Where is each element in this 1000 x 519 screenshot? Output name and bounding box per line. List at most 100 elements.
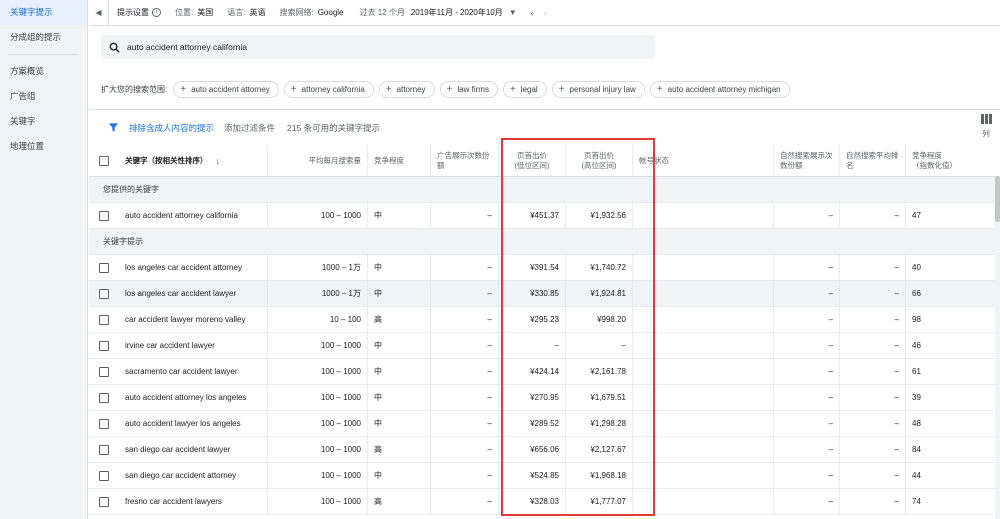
next-period-icon[interactable]: › bbox=[544, 8, 547, 18]
date-dropdown-icon[interactable]: ▼ bbox=[509, 8, 517, 17]
row-checkbox[interactable] bbox=[89, 255, 119, 280]
sidebar-item-ad-groups[interactable]: 广告组 bbox=[0, 84, 87, 109]
row-checkbox[interactable] bbox=[89, 385, 119, 410]
row-checkbox[interactable] bbox=[89, 463, 119, 488]
cell-competition-index: 74 bbox=[912, 497, 921, 506]
select-all-checkbox[interactable] bbox=[89, 145, 119, 176]
cell-organic-position: – bbox=[840, 489, 906, 514]
chip-auto-accident-attorney-michigan[interactable]: + auto accident attorney michigan bbox=[649, 81, 790, 98]
table-row[interactable]: auto accident attorney los angeles 100 –… bbox=[89, 385, 1000, 411]
checkbox[interactable] bbox=[99, 262, 109, 273]
checkbox[interactable] bbox=[99, 470, 109, 481]
scrollbar-thumb[interactable] bbox=[995, 176, 1000, 222]
sidebar-divider bbox=[8, 54, 79, 55]
cell-account-status bbox=[633, 489, 774, 514]
cell-competition: 中 bbox=[368, 281, 431, 306]
row-checkbox[interactable] bbox=[89, 437, 119, 462]
cell-organic-impressions: – bbox=[774, 463, 840, 488]
columns-icon bbox=[980, 114, 992, 126]
checkbox[interactable] bbox=[99, 314, 109, 325]
table-row[interactable]: los angeles car accident lawyer 1000 – 1… bbox=[89, 281, 1000, 307]
sidebar-item-locations[interactable]: 地理位置 bbox=[0, 134, 87, 159]
cell-organic-impressions: – bbox=[774, 203, 840, 228]
row-checkbox[interactable] bbox=[89, 203, 119, 228]
header-top-bid-high[interactable]: 页首出价 (高位区间) bbox=[566, 145, 633, 176]
chip-attorney-california[interactable]: + attorney california bbox=[283, 81, 374, 98]
checkbox[interactable] bbox=[99, 288, 109, 299]
checkbox[interactable] bbox=[99, 392, 109, 403]
chip-legal[interactable]: + legal bbox=[502, 81, 547, 98]
cell-competition-index: 61 bbox=[912, 367, 921, 376]
table-row[interactable]: car accident lawyer moreno valley 10 – 1… bbox=[89, 307, 1000, 333]
add-filter-button[interactable]: 添加过滤条件 bbox=[224, 122, 275, 134]
checkbox[interactable] bbox=[99, 418, 109, 429]
header-competition-index[interactable]: 竞争程度 （指数化值） bbox=[906, 145, 1000, 176]
table-row[interactable]: los angeles car accident attorney 1000 –… bbox=[89, 255, 1000, 281]
header-organic-impressions[interactable]: 自然搜索展示次数份额 bbox=[774, 145, 840, 176]
date-range[interactable]: 2019年11月 - 2020年10月 bbox=[411, 7, 503, 18]
search-input[interactable]: auto accident attorney california bbox=[101, 35, 655, 59]
header-account-status[interactable]: 帐号状态 bbox=[633, 145, 774, 176]
row-checkbox[interactable] bbox=[89, 359, 119, 384]
cell-top-bid-high: ¥1,932.56 bbox=[566, 203, 633, 228]
filter-icon[interactable] bbox=[108, 122, 119, 135]
chip-label: attorney bbox=[396, 85, 426, 94]
cell-account-status bbox=[633, 411, 774, 436]
collapse-icon[interactable]: ◀ bbox=[89, 0, 109, 25]
table-row[interactable]: auto accident attorney california 100 – … bbox=[89, 203, 1000, 229]
settings-title[interactable]: 提示设置 bbox=[117, 7, 149, 18]
table-row[interactable]: san diego car accident lawyer 100 – 1000… bbox=[89, 437, 1000, 463]
table-row[interactable]: auto accident lawyer los angeles 100 – 1… bbox=[89, 411, 1000, 437]
cell-account-status bbox=[633, 255, 774, 280]
checkbox[interactable] bbox=[99, 366, 109, 377]
table-scrollbar[interactable] bbox=[995, 176, 1000, 519]
cell-avg-searches: 100 – 1000 bbox=[268, 333, 368, 358]
checkbox[interactable] bbox=[99, 496, 109, 507]
chip-attorney[interactable]: + attorney bbox=[378, 81, 435, 98]
checkbox[interactable] bbox=[99, 444, 109, 455]
network-value[interactable]: Google bbox=[318, 8, 344, 17]
checkbox[interactable] bbox=[99, 155, 109, 166]
chip-law-firms[interactable]: + law firms bbox=[439, 81, 498, 98]
checkbox[interactable] bbox=[99, 210, 109, 221]
row-checkbox[interactable] bbox=[89, 489, 119, 514]
cell-top-bid-high: ¥1,968.18 bbox=[566, 463, 633, 488]
header-organic-position[interactable]: 自然搜索平均排名 bbox=[840, 145, 906, 176]
location-value[interactable]: 美国 bbox=[197, 7, 213, 18]
sidebar-item-grouped-ideas[interactable]: 分成组的提示 bbox=[0, 25, 87, 50]
language-value[interactable]: 英语 bbox=[249, 7, 265, 18]
cell-competition: 中 bbox=[368, 203, 431, 228]
cell-competition-index: 47 bbox=[912, 211, 921, 220]
chip-label: auto accident attorney bbox=[191, 85, 270, 94]
prev-period-icon[interactable]: ‹ bbox=[531, 8, 534, 18]
sidebar-item-plan-overview[interactable]: 方案概览 bbox=[0, 59, 87, 84]
table-row[interactable]: sacramento car accident lawyer 100 – 100… bbox=[89, 359, 1000, 385]
sidebar-item-keyword-ideas[interactable]: 关键字提示 bbox=[0, 0, 87, 25]
header-impression-share[interactable]: 广告展示次数份额 bbox=[431, 145, 499, 176]
sidebar-item-keywords[interactable]: 关键字 bbox=[0, 109, 87, 134]
sort-down-icon[interactable]: ↓ bbox=[216, 156, 221, 166]
table-row[interactable]: fresno car accident lawyers 100 – 1000 高… bbox=[89, 489, 1000, 515]
columns-label: 列 bbox=[982, 129, 990, 138]
row-checkbox[interactable] bbox=[89, 333, 119, 358]
header-competition[interactable]: 竞争程度 bbox=[368, 145, 431, 176]
columns-button[interactable]: 列 bbox=[978, 114, 994, 139]
info-icon[interactable]: i bbox=[152, 8, 161, 17]
cell-organic-position: – bbox=[840, 307, 906, 332]
exclude-adult-filter[interactable]: 排除含成人内容的提示 bbox=[129, 122, 214, 134]
plus-icon: + bbox=[509, 84, 516, 95]
cell-keyword: auto accident lawyer los angeles bbox=[119, 411, 268, 436]
chip-auto-accident-attorney[interactable]: + auto accident attorney bbox=[173, 81, 279, 98]
chip-label: personal injury law bbox=[569, 85, 636, 94]
checkbox[interactable] bbox=[99, 340, 109, 351]
row-checkbox[interactable] bbox=[89, 411, 119, 436]
row-checkbox[interactable] bbox=[89, 281, 119, 306]
cell-keyword: los angeles car accident lawyer bbox=[119, 281, 268, 306]
header-keyword[interactable]: 关键字（按相关性排序） ↓ bbox=[119, 145, 268, 176]
chip-personal-injury-law[interactable]: + personal injury law bbox=[551, 81, 645, 98]
row-checkbox[interactable] bbox=[89, 307, 119, 332]
table-row[interactable]: san diego car accident attorney 100 – 10… bbox=[89, 463, 1000, 489]
table-row[interactable]: irvine car accident lawyer 100 – 1000 中 … bbox=[89, 333, 1000, 359]
header-top-bid-low[interactable]: 页首出价 (低位区间) bbox=[499, 145, 566, 176]
header-avg-searches[interactable]: 平均每月搜索量 bbox=[268, 145, 368, 176]
